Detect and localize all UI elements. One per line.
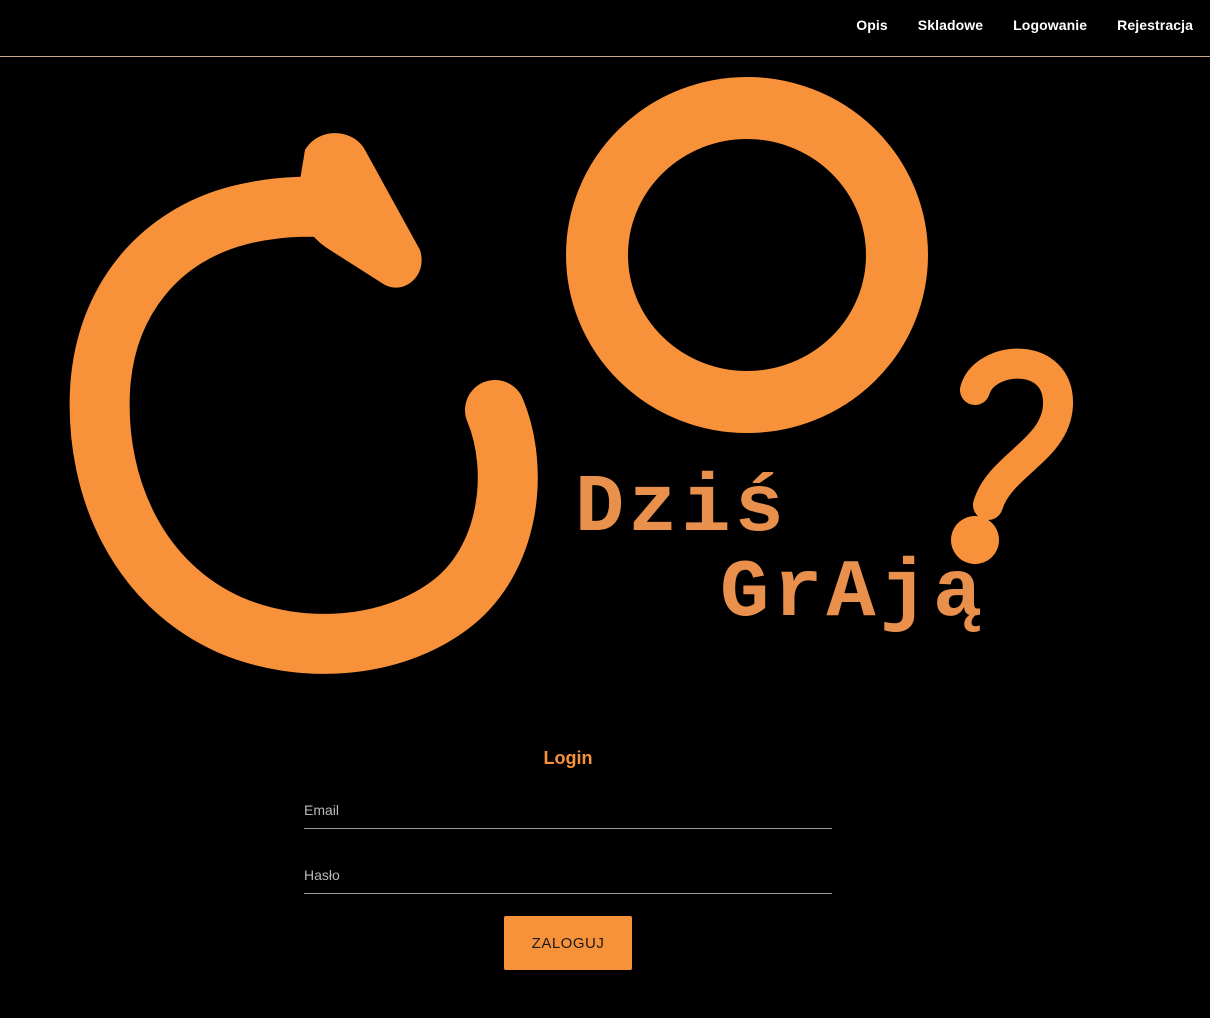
login-button[interactable]: ZALOGUJ	[504, 916, 632, 970]
logo-c-arc	[69, 176, 538, 674]
logo-text-dzis: Dziś	[575, 462, 788, 555]
co-dzis-graja-logo: Dziś GrAją	[69, 77, 1073, 674]
top-navbar: Opis Skladowe Logowanie Rejestracja	[0, 0, 1210, 57]
nav-item-skladowe[interactable]: Skladowe	[918, 17, 983, 33]
nav-item-logowanie[interactable]: Logowanie	[1013, 17, 1087, 33]
login-title: Login	[543, 748, 593, 768]
nav-item-opis[interactable]: Opis	[856, 17, 888, 33]
logo-text-graja: GrAją	[720, 547, 986, 640]
password-field[interactable]	[304, 857, 832, 894]
logo-question-mark	[960, 348, 1073, 520]
email-field[interactable]	[304, 792, 832, 829]
nav-item-rejestracja[interactable]: Rejestracja	[1117, 17, 1193, 33]
logo-o	[566, 77, 928, 433]
logo-arrow-head	[298, 133, 422, 288]
nav-menu: Opis Skladowe Logowanie Rejestracja	[856, 17, 1193, 33]
